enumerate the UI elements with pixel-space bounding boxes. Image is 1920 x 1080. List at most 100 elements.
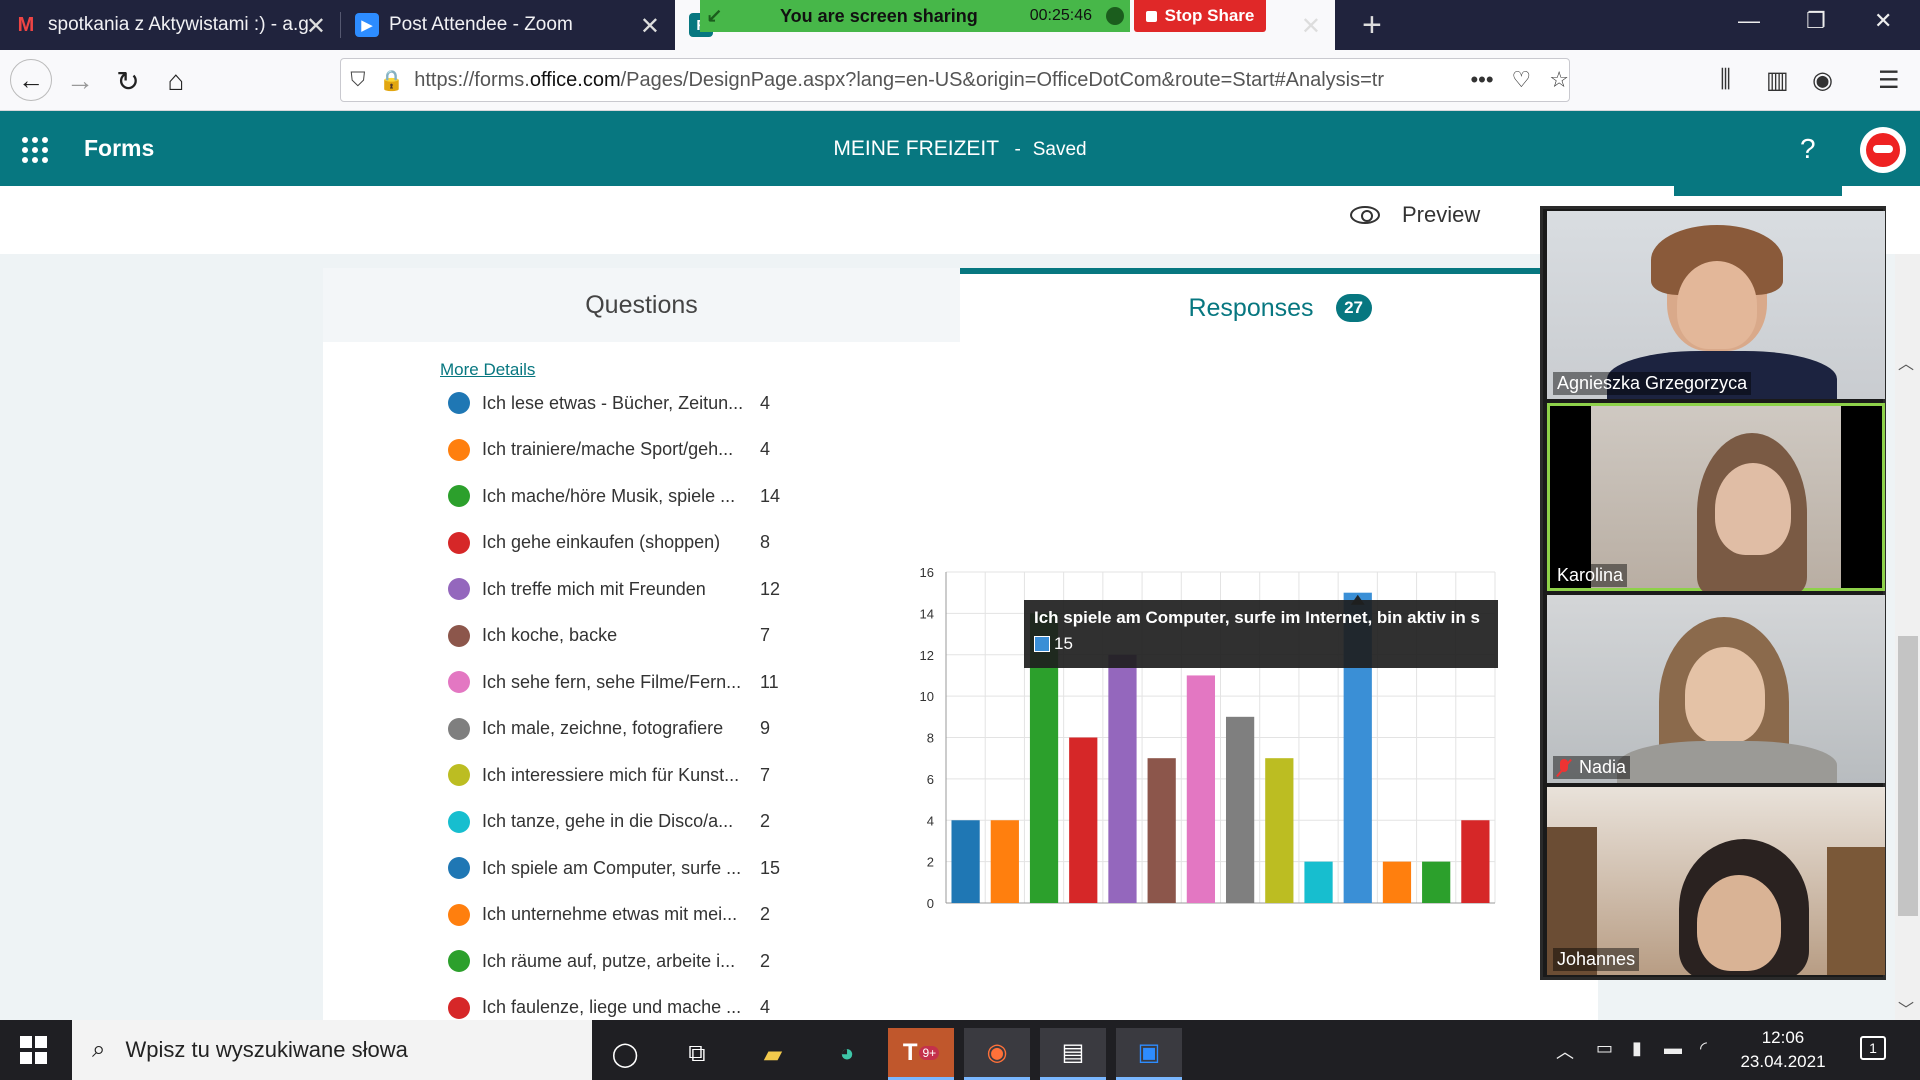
file-explorer-icon[interactable]: ▰: [740, 1028, 806, 1080]
back-button[interactable]: ←: [10, 59, 52, 101]
legend-item[interactable]: Ich unternehme etwas mit mei... 2: [448, 900, 868, 930]
scroll-down-icon[interactable]: ﹀: [1898, 996, 1914, 1020]
stop-share-label: Stop Share: [1164, 6, 1255, 25]
chart-bar[interactable]: [1108, 654, 1137, 903]
legend-count: 4: [760, 997, 771, 1017]
zoom-video-gallery[interactable]: Agnieszka Grzegorzyca Karolina Nadia Joh…: [1540, 206, 1886, 980]
windows-taskbar: ⌕ Wpisz tu wyszukiwane słowa ◯ ⧉ ▰ ◕ T 9…: [0, 1020, 1920, 1080]
chart-bar[interactable]: [1069, 737, 1098, 904]
legend-label: Ich male, zeichne, fotografiere: [482, 718, 724, 738]
legend-item[interactable]: Ich interessiere mich für Kunst... 7: [448, 760, 868, 790]
microphone-icon[interactable]: ▮: [1632, 1038, 1642, 1059]
legend-item[interactable]: Ich gehe einkaufen (shoppen) 8: [448, 528, 868, 558]
video-tile[interactable]: Agnieszka Grzegorzyca: [1547, 211, 1885, 399]
form-title-text[interactable]: MEINE FREIZEIT: [833, 137, 998, 160]
avatar[interactable]: [1860, 127, 1906, 173]
scroll-up-icon[interactable]: ︿: [1898, 350, 1914, 374]
preview-button[interactable]: Preview: [1350, 202, 1480, 228]
legend-count: 7: [760, 625, 771, 645]
legend-item[interactable]: Ich koche, backe 7: [448, 621, 868, 651]
legend-item[interactable]: Ich sehe fern, sehe Filme/Fern... 11: [448, 667, 868, 697]
tray-overflow-icon[interactable]: ︿: [1556, 1038, 1574, 1064]
chart-bar[interactable]: [1147, 758, 1176, 903]
tracking-shield-icon[interactable]: ⛉: [341, 69, 375, 92]
screen-sharing-banner[interactable]: You are screen sharing 00:25:46: [700, 0, 1130, 32]
stop-share-button[interactable]: Stop Share: [1134, 0, 1266, 32]
home-button[interactable]: ⌂: [158, 63, 194, 99]
legend-item[interactable]: Ich male, zeichne, fotografiere 9: [448, 714, 868, 744]
close-icon[interactable]: ✕: [1301, 12, 1321, 41]
chart-bar[interactable]: [990, 820, 1019, 903]
participant-face: [1685, 647, 1765, 743]
menu-icon[interactable]: ☰: [1878, 66, 1900, 95]
lock-icon[interactable]: 🔒: [375, 68, 409, 93]
teams-icon[interactable]: T 9+: [888, 1028, 954, 1080]
legend-item[interactable]: Ich tanze, gehe in die Disco/a... 2: [448, 807, 868, 837]
cortana-icon[interactable]: ◯: [592, 1028, 658, 1080]
legend-label: Ich trainiere/mache Sport/geh...: [482, 439, 734, 459]
account-icon[interactable]: ◉: [1812, 66, 1833, 95]
legend-label: Ich sehe fern, sehe Filme/Fern...: [482, 671, 742, 692]
legend-color-dot: [448, 485, 470, 507]
legend-count: 4: [760, 392, 771, 413]
page-actions-icon[interactable]: •••: [1470, 67, 1493, 93]
notifications-icon[interactable]: 1: [1860, 1036, 1886, 1060]
reload-button[interactable]: ↻: [110, 63, 146, 99]
legend-item[interactable]: Ich räume auf, putze, arbeite i... 2: [448, 946, 868, 976]
library-icon[interactable]: ⫼: [1720, 66, 1731, 94]
notepad-icon[interactable]: ▤: [1040, 1028, 1106, 1080]
y-tick-label: 6: [927, 772, 934, 787]
video-tile[interactable]: Nadia: [1547, 595, 1885, 783]
legend-item[interactable]: Ich faulenze, liege und mache ... 4: [448, 993, 868, 1023]
share-button[interactable]: [1674, 186, 1842, 196]
browser-tab-gmail[interactable]: M spotkania z Aktywistami :) - a.g ✕: [0, 0, 340, 50]
address-bar[interactable]: ⛉ 🔒 https://forms.office.com/Pages/Desig…: [340, 58, 1570, 102]
firefox-icon[interactable]: ◉: [964, 1028, 1030, 1080]
taskbar-search-input[interactable]: ⌕ Wpisz tu wyszukiwane słowa: [72, 1020, 592, 1080]
meet-now-icon[interactable]: ▭: [1596, 1038, 1613, 1059]
window-close-button[interactable]: ✕: [1874, 8, 1892, 34]
legend-item[interactable]: Ich lese etwas - Bücher, Zeitun... 4: [448, 388, 868, 418]
forward-button[interactable]: →: [62, 63, 98, 99]
restore-button[interactable]: ❐: [1806, 8, 1826, 34]
legend-item[interactable]: Ich treffe mich mit Freunden 12: [448, 574, 868, 604]
zoom-taskbar-icon[interactable]: ▣: [1116, 1028, 1182, 1080]
sidebar-icon[interactable]: ▥: [1766, 66, 1789, 95]
pocket-icon[interactable]: ♡: [1512, 67, 1532, 93]
browser-tab-zoom[interactable]: ▶ Post Attendee - Zoom ✕: [341, 0, 674, 50]
task-view-icon[interactable]: ⧉: [664, 1028, 730, 1080]
wifi-icon[interactable]: ◜: [1700, 1038, 1707, 1059]
legend-item[interactable]: Ich trainiere/mache Sport/geh... 4: [448, 435, 868, 465]
legend-item[interactable]: Ich spiele am Computer, surfe ... 15: [448, 853, 868, 883]
legend-color-dot: [448, 624, 470, 647]
tab-responses[interactable]: Responses 27: [960, 268, 1600, 342]
chart-bar[interactable]: [1461, 820, 1490, 903]
chart-bar[interactable]: [1225, 716, 1255, 903]
scrollbar-thumb[interactable]: [1898, 636, 1918, 916]
chart-bar[interactable]: [1304, 861, 1333, 903]
close-icon[interactable]: ✕: [640, 12, 660, 41]
minimize-button[interactable]: —: [1738, 8, 1760, 34]
legend-color-dot: [448, 857, 470, 879]
new-tab-button[interactable]: +: [1362, 6, 1382, 45]
chart-bar[interactable]: [1382, 861, 1412, 903]
close-icon[interactable]: ✕: [306, 12, 326, 41]
save-separator: -: [1014, 139, 1021, 160]
taskbar-clock[interactable]: 12:06 23.04.2021: [1728, 1026, 1838, 1074]
help-icon[interactable]: ?: [1800, 133, 1816, 165]
more-details-link[interactable]: More Details: [440, 360, 535, 380]
share-arrow-icon[interactable]: ↙: [706, 4, 730, 28]
bookmark-star-icon[interactable]: ☆: [1549, 67, 1569, 93]
battery-icon[interactable]: ▬: [1664, 1038, 1682, 1059]
video-tile[interactable]: Johannes: [1547, 787, 1885, 975]
windows-start-icon[interactable]: [20, 1036, 48, 1064]
tab-questions[interactable]: Questions: [323, 268, 960, 342]
legend-item[interactable]: Ich mache/höre Musik, spiele ... 14: [448, 481, 868, 511]
chart-bar[interactable]: [951, 820, 980, 903]
video-tile-active-speaker[interactable]: Karolina: [1547, 403, 1885, 591]
chart-bar[interactable]: [1265, 758, 1294, 903]
edge-icon[interactable]: ◕: [814, 1028, 880, 1080]
stop-icon: [1145, 10, 1157, 22]
chart-bar[interactable]: [1422, 861, 1451, 903]
chart-bar[interactable]: [1186, 675, 1216, 903]
